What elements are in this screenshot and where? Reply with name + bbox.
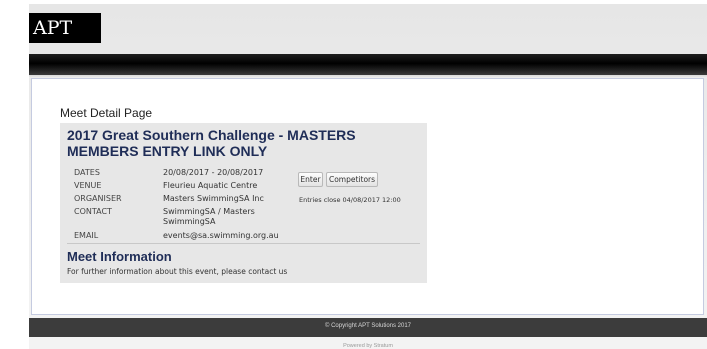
enter-button[interactable]: Enter xyxy=(298,172,323,187)
detail-label-organiser: ORGANISER xyxy=(74,194,122,203)
meet-information-heading: Meet Information xyxy=(67,249,172,264)
footer-copyright: © Copyright APT Solutions 2017 xyxy=(324,323,412,329)
apt-logo[interactable]: APT xyxy=(29,13,101,43)
detail-label-email: EMAIL xyxy=(74,231,99,240)
powered-by-text[interactable]: Powered by Stratum xyxy=(29,343,707,349)
meet-name: 2017 Great Southern Challenge - MASTERS … xyxy=(67,127,356,159)
detail-value-email[interactable]: events@sa.swimming.org.au xyxy=(163,231,283,241)
competitors-button[interactable]: Competitors xyxy=(326,172,378,187)
navigation-bar xyxy=(29,54,707,75)
detail-label-venue: VENUE xyxy=(74,181,102,190)
entries-close-text: Entries close 04/08/2017 12:00 xyxy=(299,196,401,204)
detail-label-contact: CONTACT xyxy=(74,207,112,216)
page-title: Meet Detail Page xyxy=(60,106,153,120)
detail-value-organiser: Masters SwimmingSA Inc xyxy=(163,194,264,203)
detail-value-dates: 20/08/2017 - 20/08/2017 xyxy=(163,168,264,177)
meet-information-text: For further information about this event… xyxy=(67,267,288,276)
detail-value-venue: Fleurieu Aquatic Centre xyxy=(163,181,258,190)
section-divider xyxy=(67,243,420,244)
detail-value-contact: SwimmingSA / Masters SwimmingSA xyxy=(163,207,255,226)
detail-label-dates: DATES xyxy=(74,168,100,177)
